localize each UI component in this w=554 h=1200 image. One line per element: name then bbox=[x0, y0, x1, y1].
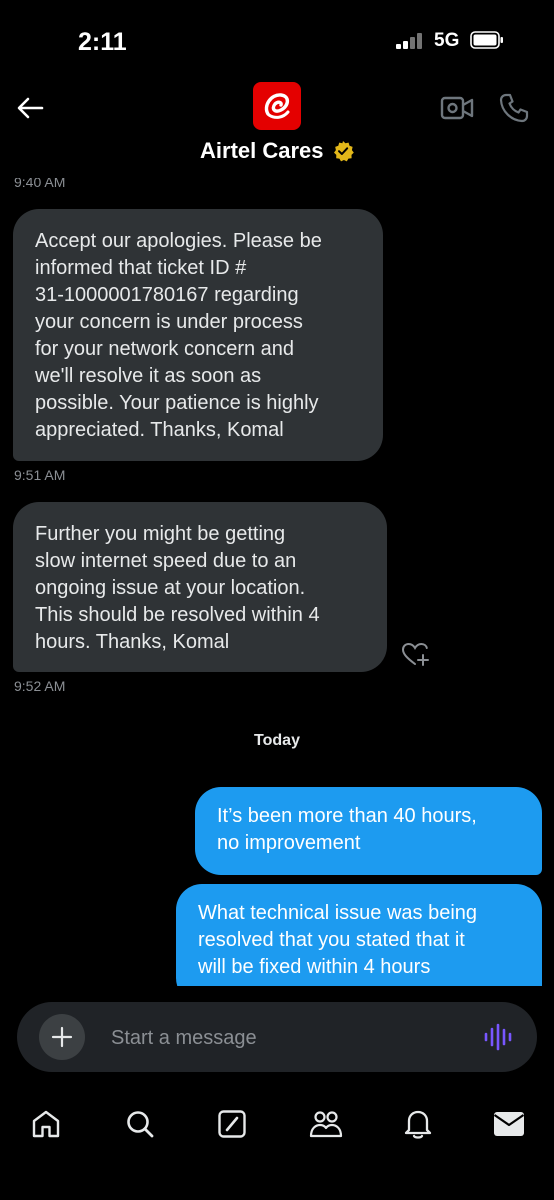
nav-communities[interactable] bbox=[302, 1100, 350, 1148]
status-bar: 2:11 5G bbox=[0, 0, 554, 80]
message-line: 31-1000001780167 regarding bbox=[35, 284, 299, 306]
nav-notifications[interactable] bbox=[394, 1100, 442, 1148]
video-camera-icon bbox=[440, 96, 474, 120]
message-line: informed that ticket ID # bbox=[35, 257, 247, 279]
message-line: slow internet speed due to an bbox=[35, 550, 297, 572]
message-line: for your network concern and bbox=[35, 338, 295, 360]
message-timestamp: 9:52 AM bbox=[14, 678, 66, 694]
grok-icon bbox=[218, 1110, 246, 1138]
nav-messages[interactable] bbox=[485, 1100, 533, 1148]
message-composer bbox=[17, 1002, 537, 1072]
message-line: What technical issue was being bbox=[198, 902, 478, 924]
message-line: Accept our apologies. Please be bbox=[35, 230, 322, 252]
message-input[interactable] bbox=[109, 1016, 473, 1060]
message-line: ongoing issue at your location. bbox=[35, 577, 306, 599]
airtel-logo-icon bbox=[264, 93, 290, 119]
message-timestamp: 9:51 AM bbox=[14, 467, 66, 483]
message-line: It’s been more than 40 hours, bbox=[217, 805, 477, 827]
nav-home[interactable] bbox=[22, 1100, 70, 1148]
message-line: will be fixed within 4 hours bbox=[198, 956, 431, 978]
message-line: resolved that you stated that it bbox=[198, 929, 465, 951]
signal-strength-icon bbox=[396, 33, 424, 49]
contact-title[interactable]: Airtel Cares bbox=[0, 138, 554, 164]
notifications-icon bbox=[404, 1110, 432, 1139]
day-divider: Today bbox=[254, 732, 300, 749]
message-line: your concern is under process bbox=[35, 311, 303, 333]
incoming-message[interactable]: Further you might be getting slow intern… bbox=[13, 502, 387, 672]
message-line: appreciated. Thanks, Komal bbox=[35, 419, 284, 441]
battery-icon bbox=[470, 31, 503, 49]
message-timestamp: 9:40 AM bbox=[14, 178, 66, 190]
message-thread[interactable]: 9:40 AM Accept our apologies. Please be … bbox=[0, 178, 554, 986]
conversation-header: Airtel Cares bbox=[0, 80, 554, 178]
incoming-message[interactable]: Accept our apologies. Please be informed… bbox=[13, 209, 383, 461]
message-line: hours. Thanks, Komal bbox=[35, 631, 230, 653]
home-icon bbox=[32, 1110, 60, 1138]
heart-plus-icon bbox=[401, 642, 429, 666]
add-attachment-button[interactable] bbox=[39, 1014, 85, 1060]
nav-grok[interactable] bbox=[208, 1100, 256, 1148]
voice-message-button[interactable] bbox=[483, 1023, 513, 1051]
search-icon bbox=[127, 1111, 154, 1138]
message-line: Further you might be getting bbox=[35, 523, 286, 545]
status-time: 2:11 bbox=[78, 28, 127, 56]
back-button[interactable] bbox=[12, 90, 48, 126]
voice-call-button[interactable] bbox=[498, 92, 530, 124]
contact-name: Airtel Cares bbox=[200, 138, 324, 163]
communities-icon bbox=[309, 1111, 343, 1138]
message-line: we'll resolve it as soon as bbox=[35, 365, 262, 387]
video-call-button[interactable] bbox=[440, 94, 474, 122]
message-line: This should be resolved within 4 bbox=[35, 604, 320, 626]
plus-icon bbox=[51, 1026, 73, 1048]
messages-icon bbox=[493, 1112, 525, 1136]
message-line: possible. Your patience is highly bbox=[35, 392, 319, 414]
contact-avatar[interactable] bbox=[253, 82, 301, 130]
verified-badge-icon bbox=[333, 141, 354, 162]
network-type: 5G bbox=[434, 30, 460, 51]
bottom-navigation bbox=[0, 1090, 554, 1200]
message-line: no improvement bbox=[217, 832, 361, 854]
outgoing-message[interactable]: What technical issue was being resolved … bbox=[176, 884, 542, 986]
add-reaction-button[interactable] bbox=[401, 640, 431, 668]
nav-search[interactable] bbox=[116, 1100, 164, 1148]
phone-icon bbox=[499, 93, 529, 123]
outgoing-message[interactable]: It’s been more than 40 hours, no improve… bbox=[195, 787, 542, 875]
arrow-left-icon bbox=[17, 97, 44, 119]
voice-waveform-icon bbox=[484, 1023, 512, 1051]
